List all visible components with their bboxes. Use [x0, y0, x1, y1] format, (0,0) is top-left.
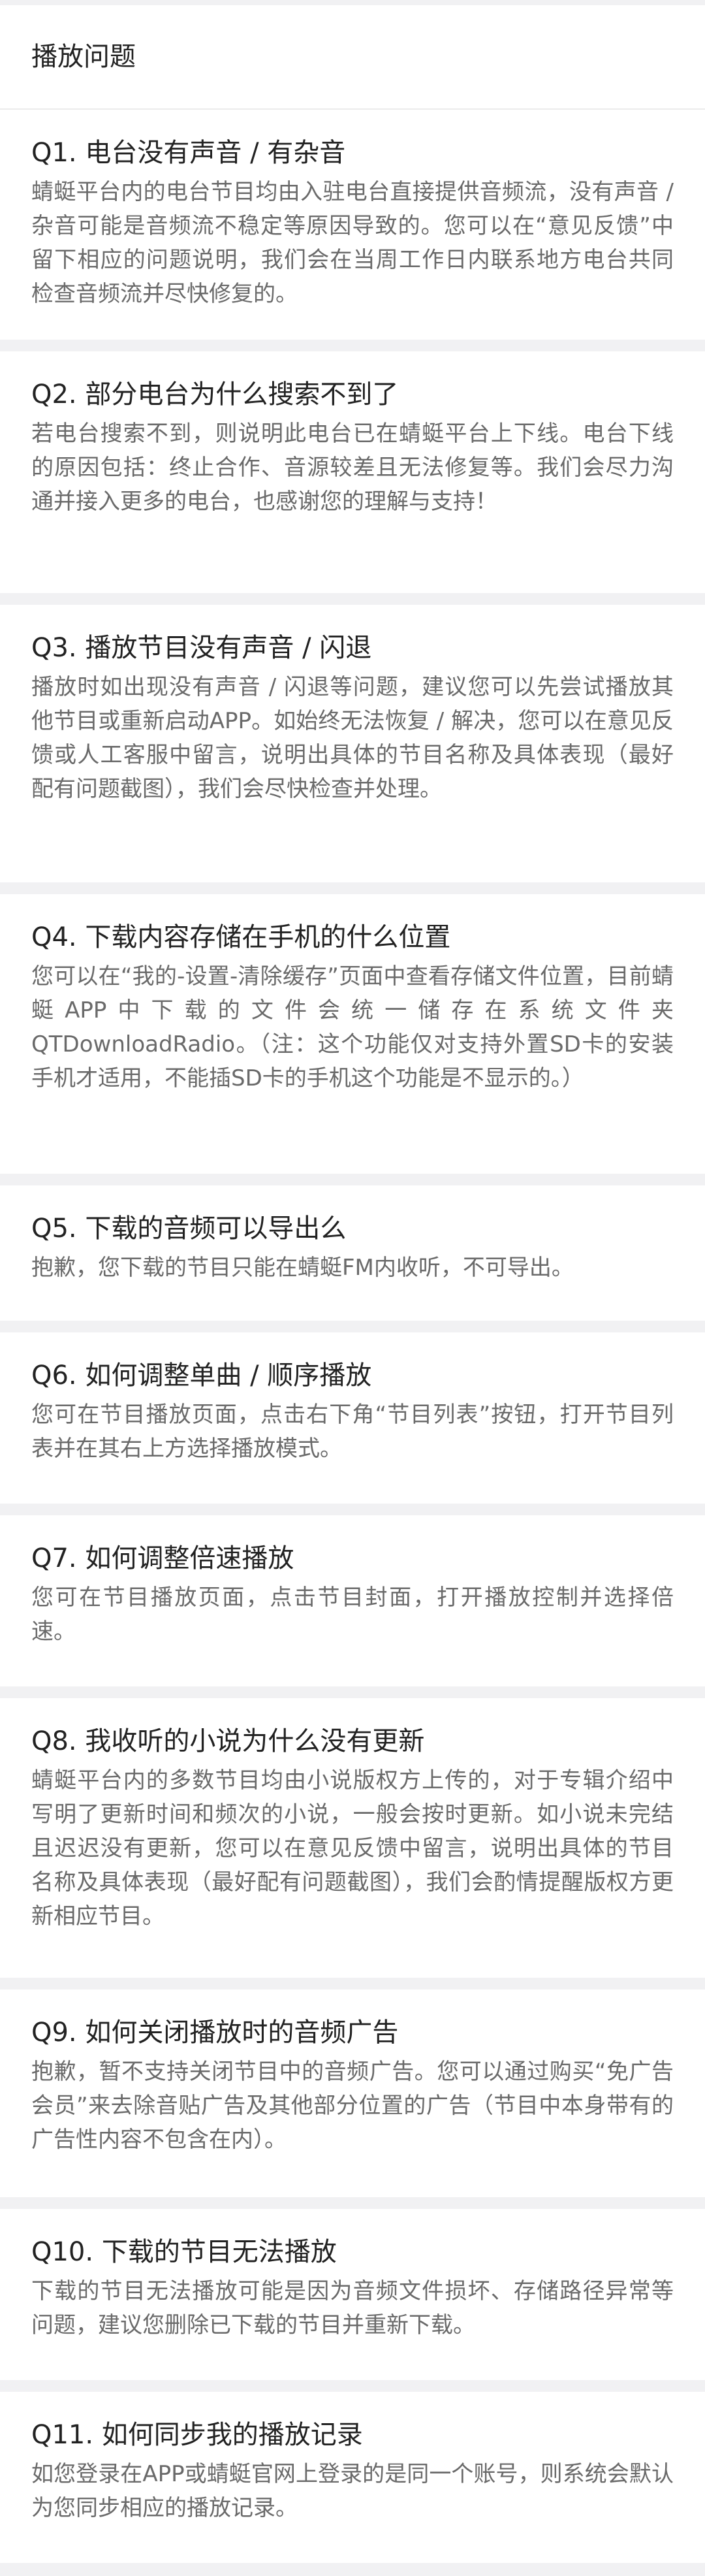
faq-answer: 您可在节目播放页面，点击右下角“节目列表”按钮，打开节目列表并在其右上方选择播放…: [31, 1402, 674, 1462]
faq-answer: 抱歉，暂不支持关闭节目中的音频广告。您可以通过购买“免广告会员”来去除音贴广告及…: [31, 2059, 674, 2153]
faq-item-q7[interactable]: Q7. 如何调整倍速播放 您可在节目播放页面，点击节目封面，打开播放控制并选择倍…: [0, 1515, 705, 1686]
faq-item-q2[interactable]: Q2. 部分电台为什么搜索不到了 若电台搜索不到，则说明此电台已在蜻蜓平台上下线…: [0, 351, 705, 593]
faq-answer: 播放时如出现没有声音 / 闪退等问题，建议您可以先尝试播放其他节目或重新启动AP…: [31, 674, 674, 802]
faq-question: Q7. 如何调整倍速播放: [31, 1543, 294, 1573]
faq-item-q10[interactable]: Q10. 下载的节目无法播放 下载的节目无法播放可能是因为音频文件损坏、存储路径…: [0, 2209, 705, 2380]
faq-item-q1[interactable]: Q1. 电台没有声音 / 有杂音 蜻蜓平台内的电台节目均由入驻电台直接提供音频流…: [0, 110, 705, 340]
faq-answer: 如您登录在APP或蜻蜓官网上登录的是同一个账号，则系统会默认为您同步相应的播放记…: [31, 2461, 674, 2521]
faq-answer: 您可以在“我的-设置-清除缓存”页面中查看存储文件位置，目前蜻蜓APP中下载的文…: [31, 963, 674, 1091]
faq-question: Q5. 下载的音频可以导出么: [31, 1214, 347, 1244]
faq-item-q11[interactable]: Q11. 如何同步我的播放记录 如您登录在APP或蜻蜓官网上登录的是同一个账号，…: [0, 2392, 705, 2563]
faq-question: Q6. 如何调整单曲 / 顺序播放: [31, 1360, 372, 1391]
faq-list: Q1. 电台没有声音 / 有杂音 蜻蜓平台内的电台节目均由入驻电台直接提供音频流…: [0, 110, 705, 2563]
faq-answer: 下载的节目无法播放可能是因为音频文件损坏、存储路径异常等问题，建议您删除已下载的…: [31, 2278, 674, 2338]
faq-item-q9[interactable]: Q9. 如何关闭播放时的音频广告 抱歉，暂不支持关闭节目中的音频广告。您可以通过…: [0, 1989, 705, 2197]
help-page: 播放问题 Q1. 电台没有声音 / 有杂音 蜻蜓平台内的电台节目均由入驻电台直接…: [0, 0, 705, 2576]
faq-item-q3[interactable]: Q3. 播放节目没有声音 / 闪退 播放时如出现没有声音 / 闪退等问题，建议您…: [0, 605, 705, 882]
faq-answer: 您可在节目播放页面，点击节目封面，打开播放控制并选择倍速。: [31, 1585, 674, 1645]
faq-item-q5[interactable]: Q5. 下载的音频可以导出么 抱歉，您下载的节目只能在蜻蜓FM内收听，不可导出。: [0, 1185, 705, 1321]
faq-answer: 若电台搜索不到，则说明此电台已在蜻蜓平台上下线。电台下线的原因包括：终止合作、音…: [31, 421, 674, 515]
faq-item-q8[interactable]: Q8. 我收听的小说为什么没有更新 蜻蜓平台内的多数节目均由小说版权方上传的，对…: [0, 1698, 705, 1978]
faq-answer: 蜻蜓平台内的电台节目均由入驻电台直接提供音频流，没有声音 / 杂音可能是音频流不…: [31, 179, 674, 307]
faq-question: Q1. 电台没有声音 / 有杂音: [31, 138, 346, 168]
faq-question: Q4. 下载内容存储在手机的什么位置: [31, 922, 451, 952]
faq-question: Q8. 我收听的小说为什么没有更新: [31, 1726, 425, 1756]
page-title: 播放问题: [31, 42, 136, 72]
faq-question: Q2. 部分电台为什么搜索不到了: [31, 379, 399, 410]
faq-question: Q11. 如何同步我的播放记录: [31, 2420, 363, 2450]
faq-answer: 抱歉，您下载的节目只能在蜻蜓FM内收听，不可导出。: [31, 1255, 574, 1281]
faq-question: Q9. 如何关闭播放时的音频广告: [31, 2018, 399, 2048]
faq-question: Q3. 播放节目没有声音 / 闪退: [31, 633, 372, 663]
faq-question: Q10. 下载的节目无法播放: [31, 2237, 337, 2267]
faq-item-q6[interactable]: Q6. 如何调整单曲 / 顺序播放 您可在节目播放页面，点击右下角“节目列表”按…: [0, 1332, 705, 1504]
faq-item-q4[interactable]: Q4. 下载内容存储在手机的什么位置 您可以在“我的-设置-清除缓存”页面中查看…: [0, 894, 705, 1174]
page-header: 播放问题: [0, 5, 705, 110]
faq-answer: 蜻蜓平台内的多数节目均由小说版权方上传的，对于专辑介绍中写明了更新时间和频次的小…: [31, 1767, 674, 1929]
